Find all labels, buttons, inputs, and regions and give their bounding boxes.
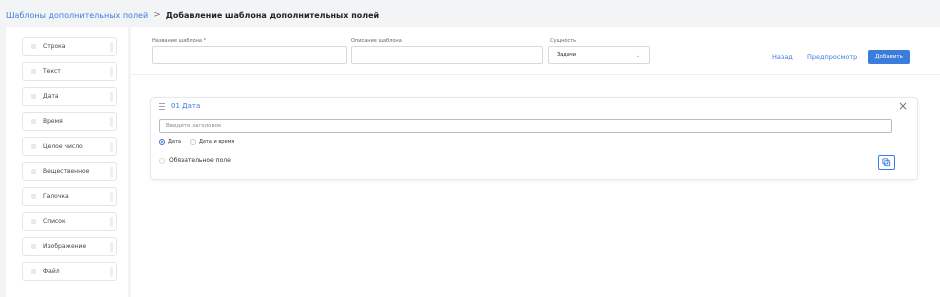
required-field-toggle: Обязательное поле [159,157,231,164]
chevron-down-icon: ⌄ [635,53,640,59]
calendar-icon [31,94,36,99]
field-type-label: Время [43,118,63,125]
page-title: Добавление шаблона дополнительных полей [165,10,380,20]
entity-select-value: Задачи [557,52,576,58]
field-type-label: Список [43,218,66,225]
radio-date[interactable] [159,139,165,145]
divider [131,74,940,75]
drag-handle-icon[interactable] [110,117,113,127]
decimal-icon [31,169,36,174]
field-type-decimal[interactable]: Вещественное [22,162,117,181]
field-type-label: Целое число [43,143,83,150]
drag-handle-icon[interactable] [110,67,113,77]
radio-date-time-label: Дата и время [198,139,235,145]
field-type-label: Вещественное [43,168,90,175]
field-type-integer[interactable]: Целое число [22,137,117,156]
field-card-title: 01 Дата [171,102,201,110]
back-button[interactable]: Назад [772,53,793,61]
template-name-label-text: Название шаблона [152,38,202,44]
field-type-file[interactable]: Файл [22,262,117,281]
drag-handle-icon[interactable] [110,267,113,277]
list-icon [31,219,36,224]
add-button[interactable]: Добавить [868,50,910,64]
field-type-label: Изображение [43,243,87,250]
template-editor: Название шаблона * Описание шаблона Сущн… [131,27,940,297]
text-line-icon [31,44,36,49]
radio-date-time[interactable] [189,139,196,145]
drag-handle-icon[interactable] [110,42,113,52]
field-title-placeholder: Введите заголовок [166,123,222,129]
field-type-string[interactable]: Строка [22,37,117,56]
field-type-label: Текст [43,68,61,75]
required-mark: * [203,38,207,44]
required-field-label: Обязательное поле [169,157,231,164]
breadcrumb: Шаблоны дополнительных полей > Добавлени… [6,9,379,21]
integer-icon [31,144,36,149]
breadcrumb-separator-icon: > [153,10,161,20]
field-type-label: Файл [43,268,60,275]
drag-handle-icon[interactable] [110,192,113,202]
field-type-checkbox[interactable]: Галочка [22,187,117,206]
breadcrumb-link-templates[interactable]: Шаблоны дополнительных полей [6,11,148,20]
drag-handle-icon[interactable] [110,167,113,177]
drag-handle-icon[interactable] [110,217,113,227]
entity-select[interactable]: Задачи ⌄ [548,46,650,64]
template-description-input[interactable] [351,46,543,64]
drag-handle-icon[interactable] [110,242,113,252]
menu-icon[interactable] [159,103,165,110]
radio-date-label: Дата [168,139,181,145]
drag-handle-icon[interactable] [110,92,113,102]
field-type-label: Строка [43,43,66,50]
field-title-input[interactable]: Введите заголовок [159,119,892,133]
copy-button[interactable] [878,155,895,170]
checkbox-icon [31,194,36,199]
image-icon [31,244,36,249]
field-type-label: Галочка [43,193,69,200]
template-description-label: Описание шаблона [351,38,402,44]
template-name-label: Название шаблона * [152,38,206,44]
close-icon[interactable]: × [898,100,908,112]
date-format-radio-group: Дата Дата и время [159,139,243,145]
preview-button[interactable]: Предпросмотр [807,53,857,61]
entity-label: Сущность [550,38,577,44]
required-checkbox[interactable] [159,157,165,164]
field-type-image[interactable]: Изображение [22,237,117,256]
file-icon [31,269,36,274]
text-block-icon [31,69,36,74]
field-type-date[interactable]: Дата [22,87,117,106]
field-card-date: 01 Дата × Введите заголовок Дата Дата и … [150,97,918,180]
field-type-text[interactable]: Текст [22,62,117,81]
link-icon [882,158,891,167]
clock-icon [31,119,36,124]
field-type-label: Дата [43,93,59,100]
field-types-panel: Строка Текст Дата Время Целое число Веще… [6,27,128,297]
field-type-time[interactable]: Время [22,112,117,131]
template-name-input[interactable] [152,46,347,64]
drag-handle-icon[interactable] [110,142,113,152]
field-type-list[interactable]: Список [22,212,117,231]
